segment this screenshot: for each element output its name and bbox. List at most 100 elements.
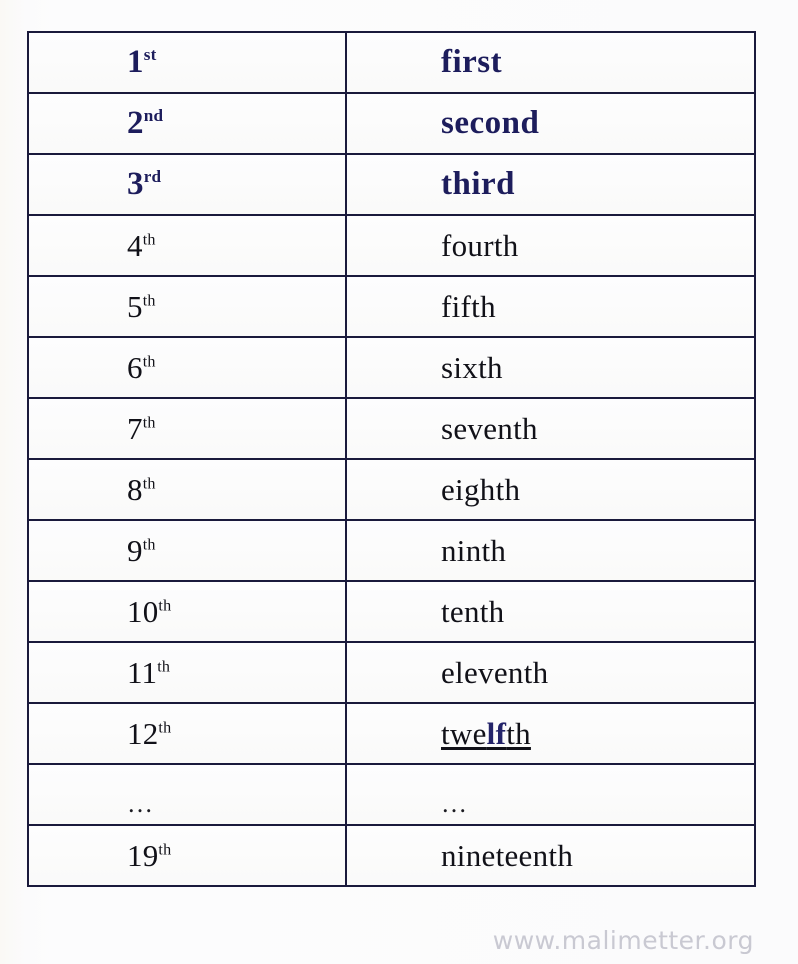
ordinal-suffix: st [143,45,157,64]
ordinal-numeral: 8th [29,474,345,505]
ordinal-suffix: th [157,658,171,676]
table-row: 3rd third [27,153,756,216]
ordinal-word-text: tenth [441,594,505,629]
ordinal-numeral: 5th [29,291,345,322]
ordinal-digits: 11 [127,655,158,690]
ordinal-numeral-cell: 4th [27,214,347,277]
ordinal-numeral-cell: 6th [27,336,347,399]
ordinal-numeral: 11th [29,657,345,688]
ordinal-suffix: th [142,414,156,432]
ordinal-numeral-cell: 19th [27,824,347,887]
ordinal-digits: 12 [127,716,159,751]
ordinal-word-cell: second [345,92,756,155]
table-row: 8th eighth [27,458,756,521]
page-background: 1st first 2nd second 3rd third 4th fourth 5th fif… [0,0,798,964]
ordinal-digits: 4 [127,228,143,263]
ordinal-word-cell: seventh [345,397,756,460]
ordinal-numeral-cell: 9th [27,519,347,582]
ordinal-numeral-cell: 3rd [27,153,347,216]
ordinal-word: second [347,107,754,140]
ordinal-suffix: th [158,841,172,859]
ordinal-word-cell: eleventh [345,641,756,704]
ordinal-suffix: th [142,292,156,310]
ordinal-numeral: 12th [29,718,345,749]
ordinal-numeral-cell: 1st [27,31,347,94]
ordinal-numbers-table-container: 1st first 2nd second 3rd third 4th fourth 5th fif… [27,31,756,887]
ordinal-numeral: … [29,788,345,818]
table-row: 10th tenth [27,580,756,643]
ordinal-digits: 6 [127,350,143,385]
ordinal-word-cell: third [345,153,756,216]
ordinal-numeral: 19th [29,840,345,871]
ordinal-numeral: 6th [29,352,345,383]
ordinal-word: seventh [347,413,754,444]
ordinal-word: nineteenth [347,840,754,871]
ordinal-numeral: 4th [29,230,345,261]
ordinal-word: first [347,46,754,79]
ordinal-word-cell: twelfth [345,702,756,765]
ordinal-numeral-cell: 12th [27,702,347,765]
ordinal-suffix: nd [143,106,164,125]
ordinal-word-cell: ninth [345,519,756,582]
ordinal-word: … [347,788,754,818]
table-row: 9th ninth [27,519,756,582]
ordinal-numeral: 2nd [29,107,345,140]
table-row: 7th seventh [27,397,756,460]
ordinal-word-cell: … [345,763,756,826]
ordinal-numeral-cell: 11th [27,641,347,704]
ordinal-digits: 19 [127,838,159,873]
ordinal-suffix: th [142,231,156,249]
ordinal-word-text: first [441,44,503,80]
ordinal-numeral-cell: … [27,763,347,826]
ordinal-word-text: fifth [441,289,496,324]
ordinal-word: ninth [347,535,754,566]
ordinal-numeral: 1st [29,46,345,79]
ordinal-word-text: third [441,166,516,202]
table-row: 2nd second [27,92,756,155]
ordinal-numeral: 9th [29,535,345,566]
ordinal-word-cell: fifth [345,275,756,338]
ordinal-digits: 9 [127,533,143,568]
ordinal-digits: 10 [127,594,159,629]
ordinal-word-text: eleventh [441,655,549,690]
ordinal-suffix: th [158,597,172,615]
ordinal-word-text: … [441,788,469,818]
ordinal-word-text: nineteenth [441,838,574,873]
ordinal-digits: 7 [127,411,143,446]
ordinal-numeral-cell: 8th [27,458,347,521]
ordinal-word: fifth [347,291,754,322]
ordinal-word: eighth [347,474,754,505]
ordinal-numeral: 7th [29,413,345,444]
table-body: 1st first 2nd second 3rd third 4th fourth 5th fif… [27,31,756,887]
table-row: 4th fourth [27,214,756,277]
ordinal-word-text: sixth [441,350,503,385]
ordinal-word-cell: nineteenth [345,824,756,887]
ordinal-word-text: twelfth [441,716,531,751]
table-row: 12th twelfth [27,702,756,765]
ordinal-suffix: th [142,536,156,554]
ordinal-numeral-cell: 2nd [27,92,347,155]
ordinal-digits: 1 [127,44,144,80]
ordinal-numeral-cell: 5th [27,275,347,338]
ordinal-numeral-cell: 7th [27,397,347,460]
ordinal-word-cell: tenth [345,580,756,643]
ordinal-numeral: 3rd [29,168,345,201]
ordinal-suffix: rd [143,167,162,186]
ordinal-digits: 3 [127,166,144,202]
ordinal-suffix: th [142,353,156,371]
ordinal-numeral-cell: 10th [27,580,347,643]
ordinal-word: eleventh [347,657,754,688]
ordinal-digits: 5 [127,289,143,324]
ordinal-word-text: second [441,105,540,141]
table-row: 5th fifth [27,275,756,338]
ordinal-numeral: 10th [29,596,345,627]
ordinal-word-text: fourth [441,228,519,263]
word-plain-letters: twe [441,716,487,751]
ordinal-numbers-table: 1st first 2nd second 3rd third 4th fourth 5th fif… [27,31,756,887]
ordinal-word-text: eighth [441,472,521,507]
ordinal-word-cell: sixth [345,336,756,399]
table-row: …… [27,763,756,826]
ordinal-word: third [347,168,754,201]
ordinal-digits: … [127,788,155,818]
ordinal-suffix: th [142,475,156,493]
